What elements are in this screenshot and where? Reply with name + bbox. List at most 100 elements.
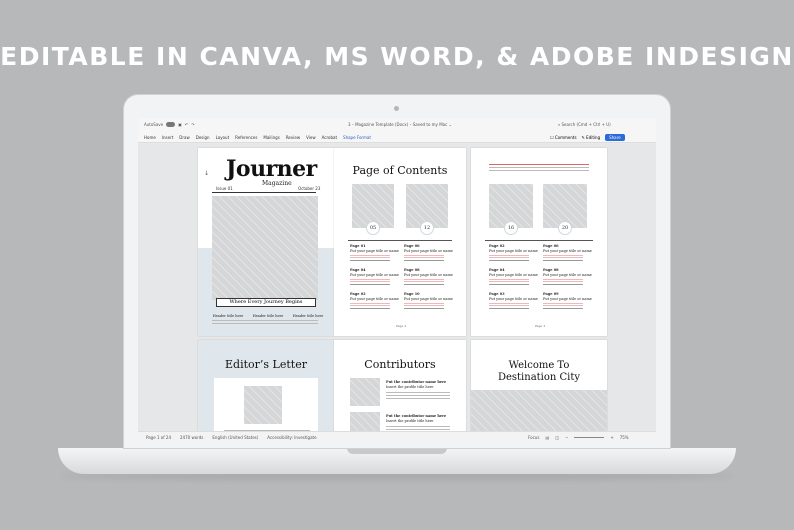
welcome-image-placeholder[interactable] [471, 390, 607, 431]
contributor-photo[interactable] [350, 378, 380, 406]
contents-entry: Page 06 Put your page title or name [543, 244, 592, 261]
page-number-badge: 16 [504, 221, 518, 235]
undo-icon[interactable]: ↶ [185, 122, 188, 127]
contents-title: Page of Contents [352, 164, 448, 177]
zoom-out-icon[interactable]: − [565, 435, 568, 440]
tab-insert[interactable]: Insert [162, 135, 173, 140]
contents-entry: Page 10 Put your page title or name [404, 292, 453, 309]
word-window: AutoSave ▣ ↶ ↷ 3 – Magazine Template (Do… [138, 118, 656, 441]
entry-text-lines [404, 254, 444, 258]
zoom-in-icon[interactable]: + [610, 435, 613, 440]
tab-view[interactable]: View [306, 135, 316, 140]
issue-label: Issue 01 [216, 186, 233, 191]
editor-image-placeholder[interactable] [244, 386, 282, 424]
entry-text-lines [543, 302, 583, 306]
contributor-name: Put the contributor name here [386, 380, 447, 384]
entry-title: Put your page title or name [404, 249, 453, 253]
accessibility[interactable]: Accessibility: Investigate [267, 435, 316, 440]
entry-divider [350, 284, 390, 285]
welcome-line-2: Destination City [497, 372, 581, 383]
entry-divider [404, 308, 444, 309]
tab-acrobat[interactable]: Acrobat [322, 135, 337, 140]
focus-button[interactable]: Focus [528, 435, 539, 440]
web-layout-icon[interactable]: ◫ [555, 435, 559, 440]
tab-home[interactable]: Home [144, 135, 156, 140]
contents-entry: Page 04 Put your page title or name [489, 268, 538, 285]
entry-page: Page 06 [543, 244, 559, 248]
tab-design[interactable]: Design [196, 135, 210, 140]
tab-layout[interactable]: Layout [216, 135, 230, 140]
entry-text-lines [350, 254, 390, 258]
entry-divider [404, 260, 444, 261]
tab-mailings[interactable]: Mailings [263, 135, 279, 140]
entry-divider [404, 284, 444, 285]
titlebar: AutoSave ▣ ↶ ↷ 3 – Magazine Template (Do… [138, 118, 656, 132]
divider [212, 192, 316, 193]
masthead-subtitle: Magazine [262, 180, 292, 187]
editor-title: Editor’s Letter [225, 358, 307, 371]
ribbon-tabs: Home Insert Draw Design Layout References Mail… [138, 132, 656, 143]
intro-text-lines [489, 164, 589, 173]
header-title-2: Header title here [252, 314, 284, 318]
contributor-item: Put the contributor name here Insert the… [386, 414, 446, 423]
word-count[interactable]: 2470 words [180, 435, 203, 440]
laptop-lid: AutoSave ▣ ↶ ↷ 3 – Magazine Template (Do… [124, 95, 670, 448]
entry-text-lines [543, 278, 583, 282]
page-contents-2[interactable]: 16 20 Page 02 Put your page title or name… [471, 148, 607, 336]
search-box[interactable]: ⌕ Search (Cmd + Ctrl + U) [558, 122, 611, 127]
page-contents[interactable]: Page of Contents 05 12 Page 01 Put your p… [334, 148, 466, 336]
save-icon[interactable]: ▣ [178, 122, 182, 127]
page-count[interactable]: Page 1 of 24 [146, 435, 171, 440]
page-contributors[interactable]: Contributors Put the contributor name he… [334, 340, 466, 431]
entry-divider [489, 260, 529, 261]
page-welcome[interactable]: Welcome To Destination City [471, 340, 607, 431]
entry-title: Put your page title or name [350, 273, 399, 277]
contributor-profile: Insert the profile title here [386, 419, 434, 423]
zoom-slider[interactable] [574, 437, 605, 438]
tab-shape-format[interactable]: Shape Format [343, 135, 371, 140]
layout-icon[interactable]: ▤ [545, 435, 549, 440]
anchor-icon: ↓ [204, 170, 210, 177]
laptop-notch [347, 448, 447, 454]
tab-references[interactable]: References [235, 135, 257, 140]
entry-title: Put your page title or name [404, 297, 453, 301]
entry-page: Page 06 [404, 244, 420, 248]
editing-button[interactable]: ✎ Editing [582, 135, 601, 140]
entry-divider [350, 308, 390, 309]
contributor-photo[interactable] [350, 412, 380, 431]
language[interactable]: English (United States) [212, 435, 258, 440]
divider [348, 240, 452, 241]
entry-text-lines [489, 254, 529, 258]
zoom-level[interactable]: 75% [620, 435, 629, 440]
document-canvas[interactable]: ↓ Journer Magazine Issue 01 October 23 W… [138, 144, 656, 431]
tab-review[interactable]: Review [286, 135, 300, 140]
cover-image-placeholder[interactable] [212, 196, 318, 300]
page-editor-letter[interactable]: Editor’s Letter [198, 340, 334, 431]
entry-divider [543, 308, 583, 309]
comments-button[interactable]: ☐ Comments [550, 135, 577, 140]
autosave-toggle[interactable] [166, 122, 176, 127]
page-cover[interactable]: ↓ Journer Magazine Issue 01 October 23 W… [198, 148, 334, 336]
header-title-3: Header title here [292, 314, 324, 318]
contents-entry: Page 01 Put your page title or name [350, 244, 399, 261]
tab-draw[interactable]: Draw [179, 135, 189, 140]
document-title[interactable]: 3 – Magazine Template (Docx) – Saved to … [348, 122, 452, 127]
contributors-title: Contributors [364, 358, 436, 371]
entry-page: Page 04 [489, 268, 505, 272]
page-number-badge: 05 [366, 221, 380, 235]
entry-divider [489, 308, 529, 309]
redo-icon[interactable]: ↷ [191, 122, 194, 127]
entry-divider [489, 284, 529, 285]
contents-entry: Page 09 Put your page title or name [543, 292, 592, 309]
cover-body-lines [212, 320, 318, 326]
page-number-badge: 12 [420, 221, 434, 235]
editing-label: Editing [586, 135, 601, 140]
contributor-profile: Insert the profile title here [386, 385, 434, 389]
masthead: Journer [226, 156, 317, 182]
date-label: October 23 [298, 186, 321, 191]
entry-text-lines [404, 302, 444, 306]
search-placeholder: Search (Cmd + Ctrl + U) [561, 122, 611, 127]
contributor-name: Put the contributor name here [386, 414, 447, 418]
status-bar: Page 1 of 24 2470 words English (United … [138, 431, 656, 441]
share-button[interactable]: Share [605, 134, 625, 141]
